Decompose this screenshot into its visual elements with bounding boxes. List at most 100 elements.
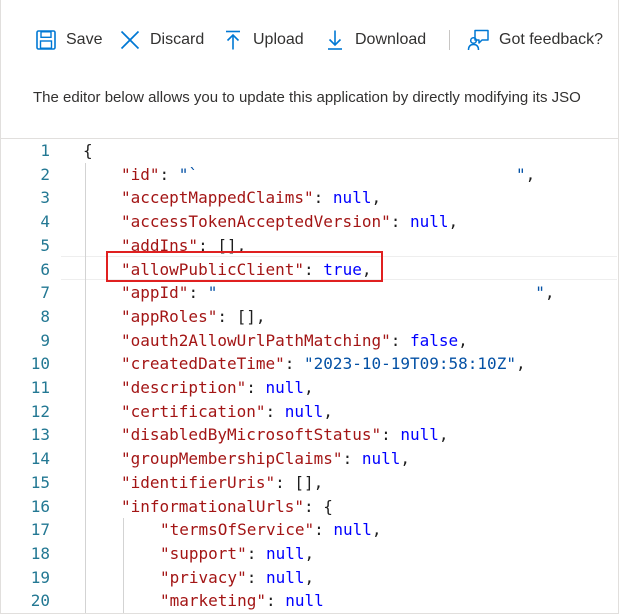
- code-line[interactable]: "appRoles": [],: [121, 305, 266, 329]
- json-key: "createdDateTime": [121, 354, 285, 374]
- json-colon: :: [246, 567, 266, 587]
- line-number: 2: [40, 164, 50, 184]
- editor-description: The editor below allows you to update th…: [33, 89, 581, 106]
- json-suffix: ,: [313, 472, 324, 492]
- json-key: "informationalUrls": [121, 496, 305, 516]
- json-colon: :: [390, 212, 410, 232]
- json-key: "description": [121, 378, 247, 397]
- code-line[interactable]: "informationalUrls": {: [121, 495, 333, 519]
- code-line[interactable]: "id": "` ",: [121, 163, 535, 187]
- json-value: "`: [178, 164, 199, 184]
- indent-guide: [123, 518, 124, 613]
- json-key: "oauth2AllowUrlPathMatching": [121, 330, 391, 350]
- json-value: null: [284, 401, 324, 421]
- json-key: "privacy": [160, 567, 247, 587]
- json-value: []: [236, 306, 256, 326]
- json-value: null: [409, 212, 449, 232]
- indent-guide: [85, 162, 86, 613]
- line-number: 19: [30, 567, 50, 587]
- code-line[interactable]: "acceptMappedClaims": null,: [121, 186, 381, 210]
- code-line[interactable]: "disabledByMicrosoftStatus": null,: [121, 423, 449, 447]
- code-line[interactable]: "marketing": null: [160, 589, 324, 613]
- json-colon: :: [159, 164, 179, 184]
- code-line[interactable]: "support": null,: [160, 542, 314, 566]
- json-value: null: [333, 520, 372, 540]
- json-colon: :: [275, 472, 295, 492]
- json-key: "termsOfService": [160, 520, 315, 540]
- allow-public-client-highlight: [106, 251, 383, 282]
- json-value: ": [207, 283, 218, 303]
- json-key: "support": [160, 543, 247, 563]
- code-line[interactable]: "description": null,: [121, 376, 314, 400]
- code-line[interactable]: {: [83, 139, 93, 163]
- code-line[interactable]: "appId": " ",: [121, 281, 555, 305]
- line-number: 14: [30, 449, 50, 469]
- save-button[interactable]: Save: [34, 26, 102, 54]
- line-number: 1: [40, 141, 50, 160]
- json-key: "identifierUris": [121, 472, 276, 492]
- json-key: "certification": [121, 401, 266, 421]
- arrow-up-icon: [221, 28, 245, 52]
- line-number-gutter: 1 2 3 4 5 6 7 8 9 10 11 12 13 14 15 16 17 18 19 20: [1, 139, 61, 615]
- json-suffix: ,: [448, 212, 459, 232]
- line-number: 11: [30, 378, 50, 397]
- line-number: 10: [30, 354, 50, 374]
- line-number: 7: [40, 283, 50, 303]
- code-line[interactable]: "groupMembershipClaims": null,: [121, 447, 410, 471]
- json-colon: :: [284, 354, 305, 374]
- line-number: 3: [40, 188, 50, 208]
- line-number: 4: [40, 212, 50, 232]
- code-line[interactable]: "privacy": null,: [160, 566, 314, 590]
- code-line[interactable]: "accessTokenAcceptedVersion": null,: [121, 210, 458, 234]
- json-colon: :: [246, 543, 266, 563]
- json-colon: :: [217, 306, 237, 326]
- line-number: 20: [30, 591, 50, 611]
- json-redacted-space: [217, 283, 535, 302]
- json-suffix: ,: [371, 520, 382, 540]
- json-suffix: ,: [304, 543, 315, 563]
- json-suffix: ,: [255, 306, 266, 326]
- json-colon: :: [188, 283, 208, 303]
- json-key: "groupMembershipClaims": [121, 449, 343, 469]
- json-value: {: [323, 496, 333, 516]
- json-suffix: ,: [371, 188, 382, 208]
- json-value: null: [285, 591, 324, 611]
- json-colon: :: [313, 188, 333, 208]
- json-value: null: [400, 425, 439, 445]
- arrow-down-icon: [323, 28, 347, 52]
- download-button[interactable]: Download: [323, 26, 426, 54]
- json-key: "appRoles": [121, 306, 218, 326]
- discard-label: Discard: [150, 31, 205, 48]
- json-colon: :: [246, 378, 266, 397]
- json-suffix: ,: [438, 425, 449, 445]
- toolbar-divider: [449, 30, 450, 50]
- manifest-json-editor[interactable]: 1 2 3 4 5 6 7 8 9 10 11 12 13 14 15 16 17 18 19 20 {"id": "…: [1, 138, 619, 615]
- discard-button[interactable]: Discard: [118, 26, 204, 54]
- json-value: []: [294, 472, 314, 492]
- line-number: 5: [40, 235, 50, 255]
- code-line[interactable]: "identifierUris": [],: [121, 471, 323, 495]
- download-label: Download: [355, 31, 427, 48]
- json-key: "acceptMappedClaims": [121, 188, 314, 208]
- command-bar: Save Discard Upload Download Got feedbac…: [0, 0, 621, 80]
- json-value: null: [361, 449, 401, 469]
- code-line[interactable]: "certification": null,: [121, 400, 333, 424]
- got-feedback-label: Got feedback?: [499, 31, 604, 48]
- code-line[interactable]: "createdDateTime": "2023-10-19T09:58:10Z…: [121, 352, 526, 376]
- line-number: 9: [40, 330, 50, 350]
- code-line[interactable]: "oauth2AllowUrlPathMatching": false,: [121, 329, 468, 353]
- json-colon: :: [342, 449, 362, 469]
- json-suffix: ,: [304, 378, 314, 397]
- json-suffix: ,: [458, 330, 468, 350]
- json-colon: :: [304, 496, 324, 516]
- code-line[interactable]: "termsOfService": null,: [160, 518, 382, 542]
- upload-button[interactable]: Upload: [221, 26, 304, 54]
- json-value: null: [332, 188, 372, 208]
- json-suffix: ,: [323, 401, 333, 421]
- got-feedback-button[interactable]: Got feedback?: [467, 26, 603, 54]
- json-colon: :: [381, 425, 401, 445]
- person-feedback-icon: [467, 28, 491, 52]
- json-suffix: ",: [515, 164, 536, 184]
- json-suffix: ,: [515, 354, 526, 374]
- json-colon: :: [265, 591, 286, 611]
